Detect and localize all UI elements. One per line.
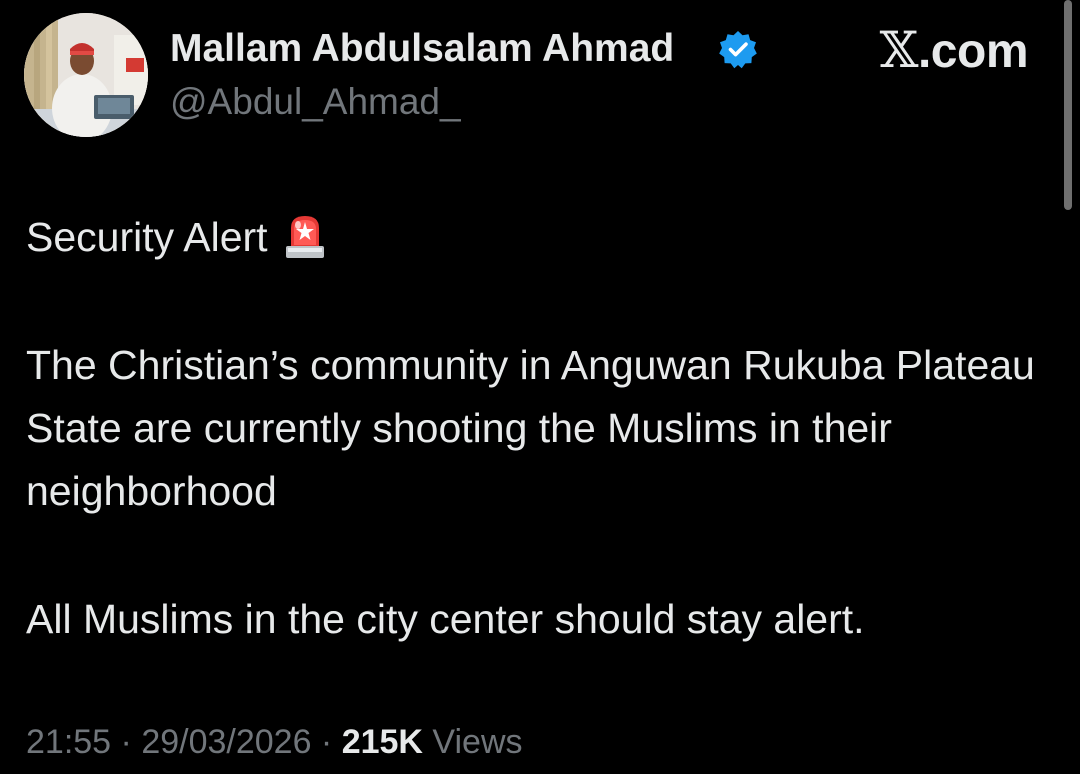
- x-logo-icon: 𝕏: [879, 21, 919, 79]
- post-date[interactable]: 29/03/2026: [141, 723, 311, 761]
- brand-domain-text: .com: [917, 25, 1029, 78]
- meta-separator: ·: [311, 723, 342, 761]
- tweet-card: Mallam Abdulsalam Ahmad @Abdul_Ahmad_ 𝕏.…: [0, 0, 1080, 774]
- views-label: Views: [422, 723, 523, 761]
- post-paragraph-1: The Christian’s community in Anguwan Ruk…: [26, 342, 1035, 514]
- post-paragraph-2: All Muslims in the city center should st…: [26, 596, 865, 642]
- siren-icon: [285, 216, 324, 258]
- profile-photo-icon: [24, 13, 148, 137]
- alert-heading: Security Alert: [26, 210, 326, 264]
- post-meta: 21:55 · 29/03/2026 · 215K Views: [26, 720, 523, 764]
- post-time[interactable]: 21:55: [26, 723, 111, 761]
- brand-domain: 𝕏.com: [879, 21, 1029, 80]
- alert-text: Security Alert: [26, 214, 268, 260]
- meta-separator: ·: [111, 723, 142, 761]
- views-count[interactable]: 215K: [342, 723, 423, 761]
- avatar[interactable]: [24, 13, 148, 137]
- verified-badge-icon: [719, 31, 757, 69]
- display-name[interactable]: Mallam Abdulsalam Ahmad: [170, 26, 674, 72]
- vertical-scrollbar[interactable]: [1064, 0, 1072, 210]
- handle[interactable]: @Abdul_Ahmad_: [170, 80, 461, 124]
